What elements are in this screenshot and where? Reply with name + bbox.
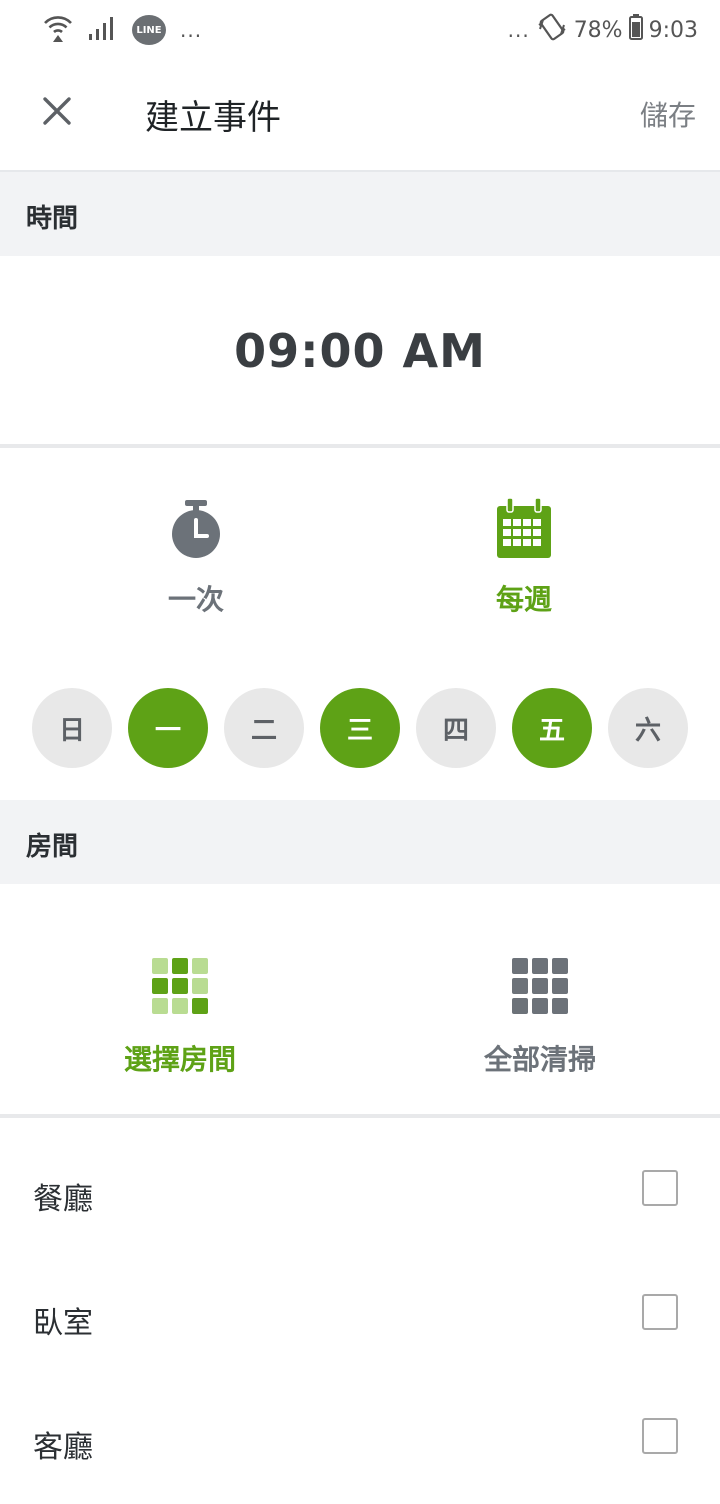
select-rooms-option[interactable]: 選擇房間: [60, 958, 300, 1078]
battery-percent: 78%: [573, 17, 623, 43]
day-wednesday-toggle[interactable]: 三: [320, 688, 400, 768]
time-section-header: 時間: [0, 172, 720, 256]
frequency-once-label: 一次: [167, 583, 224, 616]
room-name: 臥室: [33, 1306, 93, 1341]
room-checkbox[interactable]: [642, 1170, 678, 1206]
time-value[interactable]: 09:00 AM: [0, 324, 720, 378]
clock-time: 9:03: [648, 17, 698, 43]
divider: [0, 1114, 720, 1118]
room-row-bedroom[interactable]: 臥室: [0, 1256, 720, 1380]
room-name: 客廳: [33, 1430, 93, 1465]
close-button[interactable]: [36, 92, 78, 134]
calendar-icon: [494, 497, 554, 564]
weekday-selector: 日 一 二 三 四 五 六: [32, 688, 692, 768]
select-rooms-label: 選擇房間: [123, 1043, 236, 1076]
clean-all-option[interactable]: 全部清掃: [420, 958, 660, 1078]
room-checkbox[interactable]: [642, 1294, 678, 1330]
close-icon: [42, 96, 72, 130]
room-grid-selected-icon: [152, 958, 208, 1018]
room-name: 餐廳: [33, 1182, 93, 1217]
room-row-living[interactable]: 客廳: [0, 1380, 720, 1504]
time-section-title: 時間: [26, 204, 79, 234]
battery-icon: [628, 14, 643, 46]
day-saturday-toggle[interactable]: 六: [608, 688, 688, 768]
line-app-icon: LINE: [132, 15, 166, 45]
status-overflow: ...: [507, 18, 530, 42]
frequency-once-option[interactable]: 一次: [96, 496, 296, 618]
day-friday-toggle[interactable]: 五: [512, 688, 592, 768]
page-title: 建立事件: [145, 98, 281, 138]
day-monday-toggle[interactable]: 一: [128, 688, 208, 768]
app-bar: 建立事件 儲存: [0, 62, 720, 172]
wifi-icon: [42, 12, 74, 48]
room-checkbox[interactable]: [642, 1418, 678, 1454]
stopwatch-icon: [166, 500, 226, 564]
room-row-dining[interactable]: 餐廳: [0, 1132, 720, 1256]
save-button[interactable]: 儲存: [640, 94, 696, 134]
frequency-weekly-label: 每週: [495, 583, 552, 616]
clean-all-label: 全部清掃: [483, 1043, 596, 1076]
day-sunday-toggle[interactable]: 日: [32, 688, 112, 768]
room-section-title: 房間: [26, 832, 79, 862]
status-bar: LINE ... ... 78% 9:03: [0, 0, 720, 62]
room-grid-icon: [512, 958, 568, 1018]
day-tuesday-toggle[interactable]: 二: [224, 688, 304, 768]
notification-overflow: ...: [180, 18, 203, 42]
time-picker[interactable]: 09:00 AM: [0, 256, 720, 448]
frequency-weekly-option[interactable]: 每週: [424, 496, 624, 618]
room-section-header: 房間: [0, 800, 720, 884]
day-thursday-toggle[interactable]: 四: [416, 688, 496, 768]
signal-icon: [88, 14, 118, 46]
vibrate-icon: [536, 11, 568, 49]
